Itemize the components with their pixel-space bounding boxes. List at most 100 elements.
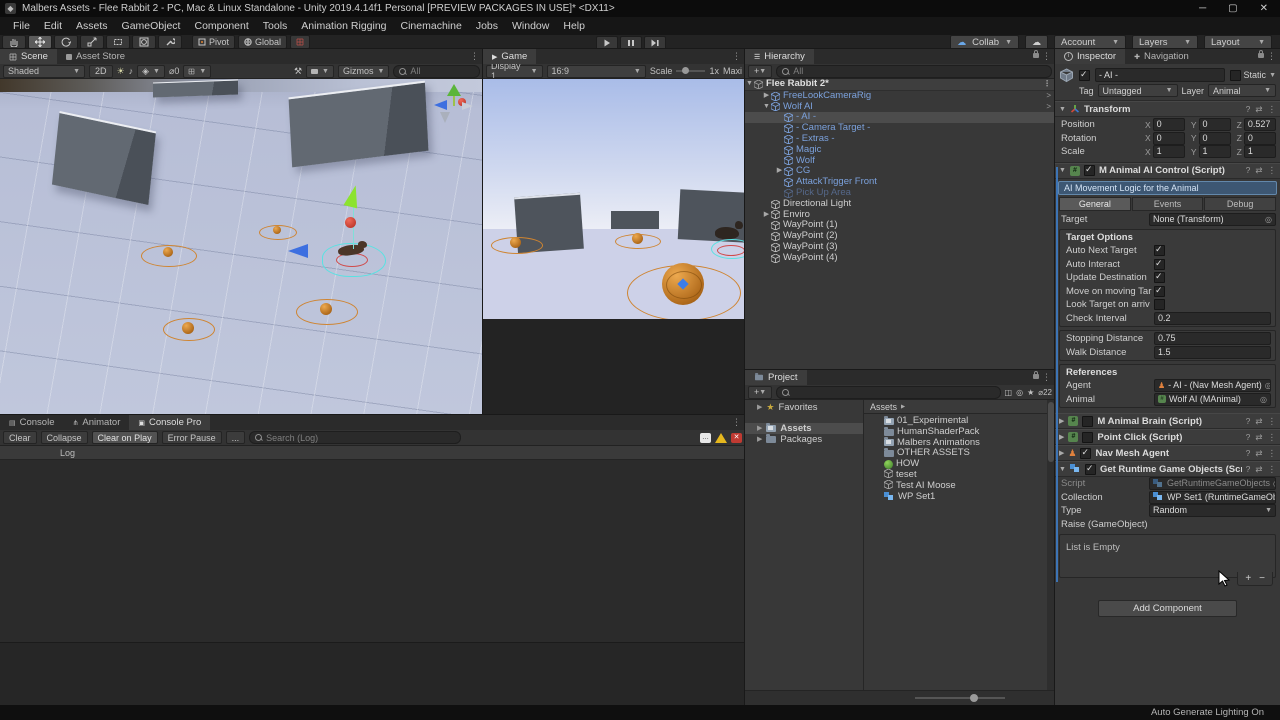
gameobject-name-field[interactable]: - AI -	[1095, 68, 1225, 82]
hierarchy-item-magic[interactable]: Magic	[745, 145, 1055, 156]
hierarchy-item-directional-light[interactable]: Directional Light	[745, 199, 1055, 210]
lock-icon[interactable]	[1033, 53, 1039, 58]
scene-visibility-toggle[interactable]: ⌀0	[169, 66, 179, 77]
game-viewport[interactable]	[483, 79, 745, 319]
menu-item-help[interactable]: Help	[556, 20, 592, 32]
clear-on-play-toggle[interactable]: Clear on Play	[92, 431, 158, 444]
menu-item-animation-rigging[interactable]: Animation Rigging	[294, 20, 393, 32]
scene-audio-toggle[interactable]: ♪	[129, 66, 134, 76]
info-filter-icon[interactable]: …	[700, 433, 711, 443]
transform-component-header[interactable]: ▼ Transform ?⇄⋮	[1055, 101, 1280, 117]
tab-console[interactable]: ▤Console	[0, 415, 63, 430]
component-menu-icon[interactable]: ⋮	[1268, 448, 1277, 459]
cloud-services-button[interactable]: ☁	[1025, 35, 1048, 50]
breadcrumb[interactable]: Assets▼	[864, 400, 1047, 414]
tab-animator[interactable]: ⋔Animator	[63, 415, 129, 430]
grid-snap-button[interactable]	[290, 35, 310, 49]
hierarchy-item-camera-target[interactable]: - Camera Target -	[745, 123, 1055, 134]
walk-distance-input[interactable]: 1.5	[1154, 346, 1271, 359]
target-object-field[interactable]: None (Transform)◎	[1149, 213, 1276, 226]
inspector-panel-menu-icon[interactable]: ⋮	[1267, 51, 1276, 62]
hierarchy-create-button[interactable]: +▼	[748, 65, 772, 78]
scene-panel-menu-icon[interactable]: ⋮	[470, 51, 479, 62]
stopping-distance-input[interactable]: 0.75	[1154, 332, 1271, 345]
rotation-x-input[interactable]: 0	[1153, 132, 1185, 145]
preset-icon[interactable]: ⇄	[1255, 104, 1262, 115]
menu-item-edit[interactable]: Edit	[37, 20, 69, 32]
ai-control-component-header[interactable]: ▼ # M Animal AI Control (Script) ?⇄⋮	[1055, 163, 1280, 179]
m-animal-brain-script-enabled-checkbox[interactable]	[1082, 416, 1093, 427]
project-create-button[interactable]: +▼	[748, 386, 772, 399]
type-dropdown[interactable]: Random▼	[1149, 504, 1276, 517]
project-asset-test-ai-moose[interactable]: Test AI Moose	[884, 481, 1047, 492]
position-y-input[interactable]: 0	[1199, 118, 1231, 131]
menu-item-assets[interactable]: Assets	[69, 20, 115, 32]
runtime-objects-enabled-checkbox[interactable]	[1085, 464, 1096, 475]
help-icon[interactable]: ?	[1246, 464, 1251, 475]
tab-debug[interactable]: Debug	[1204, 197, 1276, 211]
add-component-button[interactable]: Add Component	[1098, 600, 1237, 617]
scale-slider[interactable]	[676, 70, 705, 72]
auto-generate-lighting-status[interactable]: Auto Generate Lighting On	[1151, 707, 1280, 718]
maximize-button[interactable]: ▢	[1228, 3, 1237, 14]
scene-effects-dropdown[interactable]: ◈▼	[137, 65, 165, 78]
display-dropdown[interactable]: Display 1▼	[486, 65, 543, 78]
help-icon[interactable]: ?	[1246, 416, 1251, 427]
project-tree-assets[interactable]: ▶Assets	[745, 423, 863, 434]
object-picker-icon[interactable]: ◎	[1265, 214, 1272, 225]
hierarchy-item-wolf-ai[interactable]: ▼Wolf AI>	[745, 102, 1055, 113]
look-target-on-arriv-checkbox[interactable]	[1154, 299, 1165, 310]
help-icon[interactable]: ?	[1246, 165, 1251, 176]
play-button[interactable]	[596, 36, 618, 50]
tab-console-pro[interactable]: ▣Console Pro	[129, 415, 210, 430]
project-search-input[interactable]	[776, 386, 1000, 399]
tab-navigation[interactable]: ✚Navigation	[1125, 49, 1198, 64]
minimize-button[interactable]: ─	[1199, 3, 1206, 14]
scale-y-input[interactable]: 1	[1199, 145, 1231, 158]
search-by-label-icon[interactable]: ◎	[1016, 388, 1023, 397]
log-list[interactable]	[0, 460, 745, 643]
console-more-button[interactable]: ...	[226, 431, 246, 444]
rotate-tool-button[interactable]	[54, 35, 78, 49]
rect-tool-button[interactable]	[106, 35, 130, 49]
component-header-m-animal-brain-script[interactable]: ▶#M Animal Brain (Script)?⇄⋮	[1055, 413, 1280, 429]
error-filter-icon[interactable]: ✕	[731, 433, 742, 443]
position-x-input[interactable]: 0	[1153, 118, 1185, 131]
console-panel-menu-icon[interactable]: ⋮	[732, 417, 741, 428]
hierarchy-item-extras[interactable]: - Extras -	[745, 134, 1055, 145]
hierarchy-item-ai[interactable]: - AI -	[745, 112, 1055, 123]
console-search-input[interactable]: Search (Log)	[249, 431, 461, 444]
raise-foldout[interactable]: Raise (GameObject)	[1055, 518, 1280, 532]
menu-item-jobs[interactable]: Jobs	[469, 20, 505, 32]
search-by-type-icon[interactable]: ◫	[1005, 388, 1013, 397]
transform-tool-button[interactable]	[132, 35, 156, 49]
error-pause-toggle[interactable]: Error Pause	[162, 431, 222, 444]
runtime-objects-component-header[interactable]: ▼ Get Runtime Game Objects (Script ?⇄⋮	[1055, 461, 1280, 477]
object-picker-icon[interactable]: ◎	[1265, 380, 1271, 391]
static-checkbox[interactable]	[1230, 70, 1241, 81]
project-panel-menu-icon[interactable]: ⋮	[1042, 372, 1051, 383]
project-asset-humanshaderpack[interactable]: HumanShaderPack	[884, 427, 1047, 438]
nav-mesh-agent-enabled-checkbox[interactable]	[1080, 448, 1091, 459]
tab-game[interactable]: ▶Game	[483, 49, 536, 64]
component-menu-icon[interactable]: ⋮	[1268, 165, 1277, 176]
component-header-nav-mesh-agent[interactable]: ▶♟Nav Mesh Agent?⇄⋮	[1055, 445, 1280, 461]
tab-project[interactable]: Project	[745, 370, 807, 385]
hierarchy-item-cg[interactable]: ▶CG	[745, 166, 1055, 177]
2d-toggle[interactable]: 2D	[89, 65, 113, 78]
menu-item-gameobject[interactable]: GameObject	[115, 20, 188, 32]
list-add-button[interactable]: +	[1245, 573, 1251, 584]
collab-dropdown[interactable]: ☁Collab▼	[950, 35, 1019, 50]
preset-icon[interactable]: ⇄	[1255, 432, 1262, 443]
component-header-point-click-script[interactable]: ▶#Point Click (Script)?⇄⋮	[1055, 429, 1280, 445]
maximize-on-play-toggle[interactable]: Maxi	[723, 66, 742, 76]
component-menu-icon[interactable]: ⋮	[1268, 432, 1277, 443]
point-click-script-enabled-checkbox[interactable]	[1082, 432, 1093, 443]
scale-x-input[interactable]: 1	[1153, 145, 1185, 158]
object-picker-icon[interactable]: ◎	[1260, 394, 1267, 405]
scene-orientation-gizmo[interactable]	[432, 84, 478, 130]
animal-object-field[interactable]: #Wolf AI (MAnimal)◎	[1154, 393, 1271, 406]
project-tree-packages[interactable]: ▶Packages	[745, 434, 863, 445]
collection-object-field[interactable]: WP Set1 (RuntimeGameObje◎	[1149, 491, 1276, 504]
hierarchy-panel-menu-icon[interactable]: ⋮	[1042, 51, 1051, 62]
